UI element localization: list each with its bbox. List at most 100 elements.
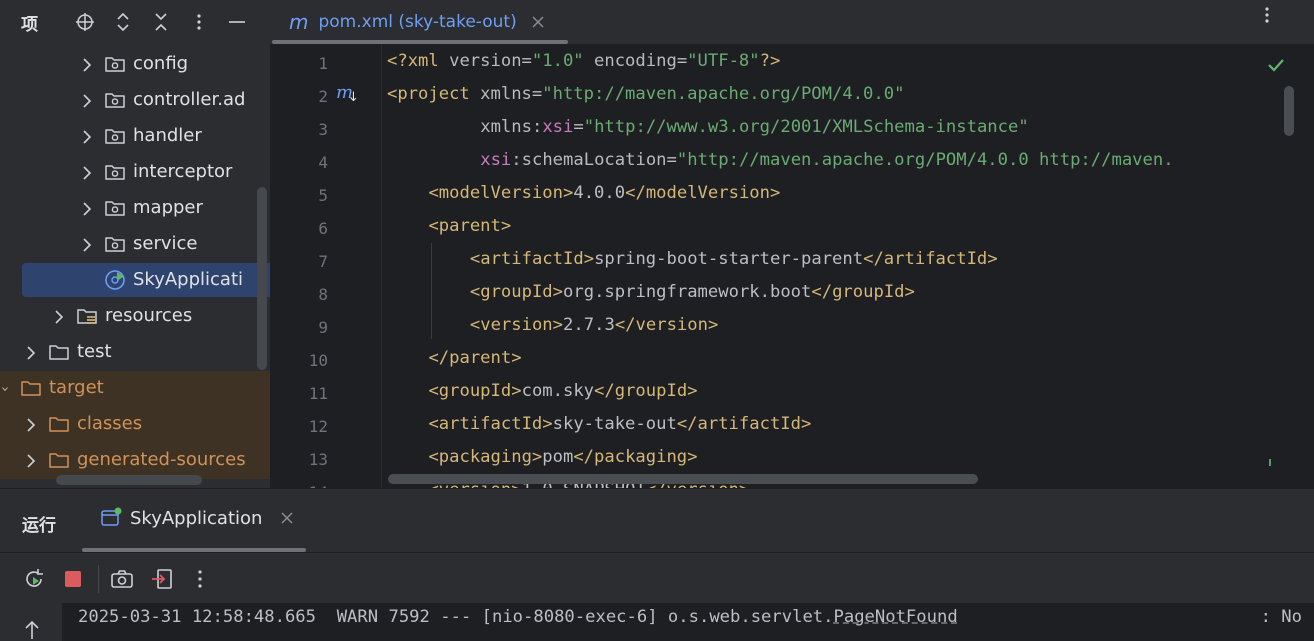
log-thread: [nio-8080-exec-6] xyxy=(481,607,658,627)
tree-item[interactable]: generated-sources xyxy=(0,443,270,479)
log-tail: : No xyxy=(1260,607,1302,627)
tree-item[interactable]: test xyxy=(0,335,270,371)
tree-item[interactable]: classes xyxy=(0,407,270,443)
chevron-right-icon[interactable] xyxy=(81,202,93,216)
tree-item-label: target xyxy=(49,377,104,398)
excluded-folder-icon xyxy=(48,414,70,434)
tree-item[interactable]: controller.ad xyxy=(0,83,270,119)
log-logger-class[interactable]: PageNotFound xyxy=(834,607,958,627)
tree-item[interactable]: interceptor xyxy=(0,155,270,191)
line-number: 7 xyxy=(318,252,328,271)
run-title: 运行 xyxy=(22,516,56,536)
tree-horizontal-scrollbar[interactable] xyxy=(56,475,202,485)
chevron-right-icon[interactable] xyxy=(81,130,93,144)
resources-folder-icon xyxy=(76,306,98,326)
tree-item-label: service xyxy=(133,233,198,254)
line-gutter: m ↓ 1234567891011121314 xyxy=(270,44,382,488)
tab-pom-xml[interactable]: m pom.xml (sky-take-out) xyxy=(280,0,545,44)
indent-guide xyxy=(431,243,432,339)
close-icon[interactable] xyxy=(531,15,545,29)
maven-file-icon: m xyxy=(289,10,309,34)
rerun-icon[interactable] xyxy=(22,567,46,591)
chevron-right-icon[interactable] xyxy=(25,418,37,432)
line-number: 1 xyxy=(318,54,328,73)
tree-item[interactable]: config xyxy=(0,47,270,83)
code-line: <groupId>com.sky</groupId> xyxy=(428,381,698,401)
exit-icon[interactable] xyxy=(150,567,174,591)
chevron-right-icon[interactable] xyxy=(25,454,37,468)
line-number: 5 xyxy=(318,186,328,205)
run-toolbar xyxy=(0,565,300,593)
editor-vertical-scrollbar[interactable] xyxy=(1284,86,1294,136)
more-icon[interactable] xyxy=(1260,4,1274,26)
minimize-icon[interactable] xyxy=(226,11,248,33)
locate-icon[interactable] xyxy=(74,11,96,33)
change-marker xyxy=(1269,459,1271,466)
collapse-all-icon[interactable] xyxy=(150,11,172,33)
code-line: <artifactId>spring-boot-starter-parent</… xyxy=(469,249,998,269)
editor: m pom.xml (sky-take-out) m ↓ 1 2 3 4 5 6 7 8 9 10… xyxy=(270,0,1314,488)
tree-item[interactable]: resources xyxy=(0,299,270,335)
tree-item-label: SkyApplicati xyxy=(133,269,244,290)
line-number: 10 xyxy=(308,351,328,370)
chevron-right-icon[interactable] xyxy=(53,310,65,324)
arrow-up-icon[interactable] xyxy=(22,619,42,639)
chevron-right-icon[interactable] xyxy=(81,238,93,252)
arrow-down-icon: ↓ xyxy=(348,90,359,105)
chevron-right-icon[interactable] xyxy=(81,58,93,72)
package-icon xyxy=(104,54,126,74)
tree-item[interactable]: handler xyxy=(0,119,270,155)
console-line: 2025-03-31 12:58:48.665 WARN 7592 --- [n… xyxy=(78,607,958,627)
tree-item[interactable]: mapper xyxy=(0,191,270,227)
options-icon[interactable] xyxy=(188,11,210,33)
tree-item-label: handler xyxy=(133,125,202,146)
code-line: </parent> xyxy=(428,348,522,368)
package-icon xyxy=(104,198,126,218)
chevron-right-icon[interactable] xyxy=(81,94,93,108)
code-line: xmlns:xsi="http://www.w3.org/2001/XMLSch… xyxy=(480,117,1029,137)
tree-item-label: generated-sources xyxy=(77,449,246,470)
log-sep: --- xyxy=(440,607,472,627)
excluded-folder-icon xyxy=(20,378,42,398)
code-line: <version>2.7.3</version> xyxy=(469,315,719,335)
tree-item-label: mapper xyxy=(133,197,203,218)
expand-all-icon[interactable] xyxy=(112,11,134,33)
code-line: <packaging>pom</packaging> xyxy=(428,447,698,467)
tree-scrollbar[interactable] xyxy=(257,187,267,370)
divider xyxy=(0,552,1314,553)
tab-label: pom.xml (sky-take-out) xyxy=(318,12,517,32)
package-icon xyxy=(104,126,126,146)
code-line: <modelVersion>4.0.0</modelVersion> xyxy=(428,183,781,203)
tree-item-label: classes xyxy=(77,413,143,434)
run-tab-label: SkyApplication xyxy=(130,507,263,529)
code-line: <?xml version="1.0" encoding="UTF-8"?> xyxy=(387,51,781,71)
log-level: WARN xyxy=(336,607,379,627)
code-line: <project xmlns="http://maven.apache.org/… xyxy=(387,84,905,104)
stop-icon[interactable] xyxy=(61,567,85,591)
close-icon[interactable] xyxy=(280,511,294,525)
code-line: <parent> xyxy=(428,216,512,236)
camera-icon[interactable] xyxy=(110,567,134,591)
tree-item-label: resources xyxy=(105,305,193,326)
tree-item[interactable]: target xyxy=(0,371,270,407)
app-window-icon xyxy=(100,507,122,529)
project-header: 项 xyxy=(0,0,270,44)
run-tab-skyapplication[interactable]: SkyApplication xyxy=(100,507,294,529)
run-panel: 运行 SkyApplication 2025-03-31 12:58:48.66… xyxy=(0,488,1314,641)
project-panel: 项 config controller.ad handler interceptor m… xyxy=(0,0,270,488)
editor-horizontal-scrollbar[interactable] xyxy=(388,474,978,484)
code-line: xsi:schemaLocation="http://maven.apache.… xyxy=(480,150,1174,170)
chevron-down-icon[interactable] xyxy=(2,382,8,396)
tree-item[interactable]: SkyApplicati xyxy=(0,263,270,299)
check-icon[interactable] xyxy=(1266,55,1286,75)
chevron-right-icon[interactable] xyxy=(25,346,37,360)
chevron-right-icon[interactable] xyxy=(81,166,93,180)
tree-item[interactable]: service xyxy=(0,227,270,263)
tree-item-label: config xyxy=(133,53,189,74)
line-number: 3 xyxy=(318,120,328,139)
project-tree: config controller.ad handler interceptor map… xyxy=(0,47,270,479)
more-icon[interactable] xyxy=(188,567,212,591)
editor-tab-bar: m pom.xml (sky-take-out) xyxy=(270,0,1314,44)
console-output[interactable]: 2025-03-31 12:58:48.665 WARN 7592 --- [n… xyxy=(62,603,1314,641)
line-number: 6 xyxy=(318,219,328,238)
